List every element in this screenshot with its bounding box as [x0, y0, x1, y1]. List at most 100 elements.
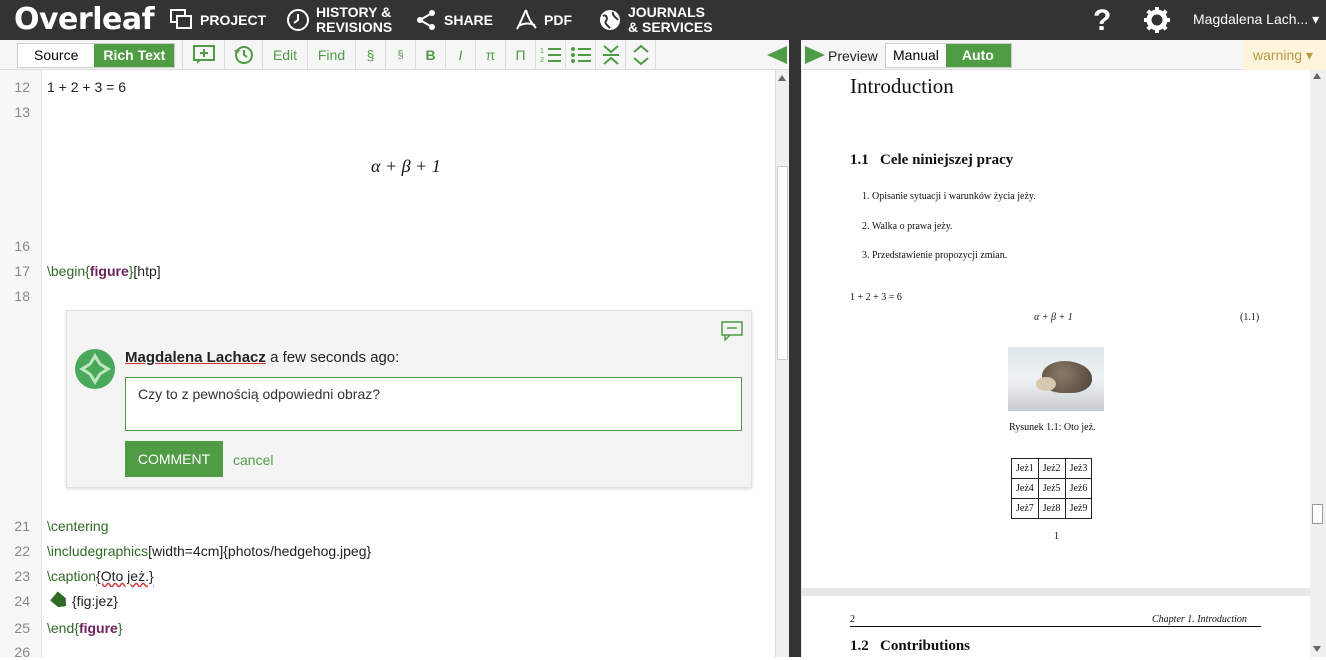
pdf-icon: [516, 9, 537, 30]
submit-comment-button[interactable]: COMMENT: [125, 441, 223, 477]
italic-button[interactable]: I: [446, 40, 476, 70]
pdf-equation-number: (1.1): [1240, 312, 1260, 323]
table-cell: Jeż5: [1037, 478, 1066, 499]
table-cell: Jeż4: [1011, 478, 1039, 499]
scroll-up-arrow-icon[interactable]: [1313, 73, 1321, 79]
line-number: 12: [14, 79, 30, 95]
pane-divider[interactable]: [789, 40, 801, 657]
nav-share-label: SHARE: [444, 11, 494, 28]
nav-project-label: PROJECT: [200, 11, 267, 28]
table-cell: Jeż6: [1064, 478, 1093, 499]
editor-mode-toggle: Source Rich Text: [17, 43, 176, 68]
warning-dropdown[interactable]: warning ▾: [1243, 40, 1326, 70]
inline-math-button[interactable]: π: [476, 40, 506, 70]
pdf-list-item: 2. Walka o prawa jeży.: [862, 221, 953, 232]
line-number: 13: [14, 104, 30, 120]
code-line[interactable]: {fig:jez}: [52, 593, 118, 609]
pdf-page-2: 2 Chapter 1. Introduction 1.2 Contributi…: [802, 596, 1310, 657]
project-icon: [170, 9, 192, 29]
comment-textarea[interactable]: Czy to z pewnością odpowiedni obraz?: [125, 377, 742, 431]
pdf-inline-equation: 1 + 2 + 3 = 6: [850, 292, 902, 303]
nav-history-label: HISTORY & REVISIONS: [316, 4, 393, 35]
section-button[interactable]: §: [356, 40, 386, 70]
svg-text:2: 2: [540, 57, 544, 64]
rich-text-mode-button[interactable]: Rich Text: [94, 44, 175, 67]
numbered-list-icon: 12: [540, 48, 561, 64]
code-argument: [htp]: [133, 263, 161, 279]
comment-icon[interactable]: [721, 321, 743, 341]
pdf-page-number: 1: [1054, 531, 1059, 542]
code-line[interactable]: \begin{figure}[htp]: [47, 263, 161, 279]
scroll-up-arrow-icon[interactable]: [778, 75, 786, 81]
comment-timestamp: a few seconds ago:: [270, 349, 400, 366]
code-line[interactable]: \end{figure}: [47, 620, 123, 636]
edit-menu-button[interactable]: Edit: [263, 40, 308, 70]
line-number: 23: [14, 568, 30, 584]
nav-history[interactable]: HISTORY & REVISIONS: [286, 0, 392, 40]
bullet-list-icon: [570, 47, 591, 63]
user-menu[interactable]: Magdalena Lach... ▾: [1193, 11, 1319, 28]
preview-label[interactable]: Preview: [828, 48, 878, 64]
collapse-icon: [602, 45, 619, 65]
bold-button[interactable]: B: [416, 40, 446, 70]
environment-name: figure: [89, 263, 129, 279]
pdf-scrollbar-thumb[interactable]: [1312, 504, 1323, 524]
code-line[interactable]: \centering: [47, 518, 108, 534]
nav-pdf[interactable]: PDF: [514, 0, 572, 40]
cancel-comment-link[interactable]: cancel: [233, 452, 273, 468]
pdf-figure-caption: Rysunek 1.1: Oto jeż.: [1009, 422, 1096, 433]
nav-project[interactable]: PROJECT: [170, 0, 266, 40]
label-tag-icon: [50, 591, 70, 610]
avatar: [75, 349, 115, 389]
gear-icon[interactable]: [1143, 6, 1171, 39]
comment-panel: Magdalena Lachacz a few seconds ago: Czy…: [66, 310, 752, 488]
pdf-scrollbar[interactable]: [1310, 70, 1326, 657]
rendered-math-equation[interactable]: α + β + 1: [371, 156, 441, 177]
latex-command: \begin: [47, 263, 86, 279]
latex-command: \end: [47, 620, 75, 636]
collapse-editor-arrow-icon[interactable]: [767, 46, 787, 64]
code-editor[interactable]: 12 1 + 2 + 3 = 6 13 α + β + 1 16 17 \beg…: [0, 70, 789, 660]
latex-command: \includegraphics: [47, 543, 149, 559]
subsection-button[interactable]: §: [386, 40, 416, 70]
bullet-list-button[interactable]: [566, 40, 596, 70]
top-navbar: Overleaf PROJECT HISTORY & REVISIONS SHA…: [0, 0, 1326, 40]
code-line[interactable]: \includegraphics[width=4cm]{photos/hedge…: [47, 543, 371, 559]
numbered-list-button[interactable]: 12: [536, 40, 566, 70]
latex-command: \caption: [47, 568, 97, 584]
nav-journals[interactable]: JOURNALS & SERVICES: [598, 0, 713, 40]
auto-compile-button[interactable]: Auto: [945, 44, 1011, 67]
comment-header: Magdalena Lachacz a few seconds ago:: [125, 349, 399, 366]
code-line[interactable]: \caption{Oto jeż.}: [47, 568, 154, 584]
manual-compile-button[interactable]: Manual: [886, 44, 946, 67]
track-changes-button[interactable]: [225, 40, 263, 70]
svg-text:1: 1: [540, 48, 544, 55]
pdf-header-rule: [850, 626, 1261, 627]
line-number: 17: [14, 263, 30, 279]
comment-author: Magdalena Lachacz: [125, 349, 266, 366]
editor-scrollbar[interactable]: [775, 70, 789, 657]
add-comment-button[interactable]: [182, 40, 225, 70]
expand-all-button[interactable]: [626, 40, 656, 70]
pdf-page-number: 2: [850, 614, 855, 625]
hedgehog-image: [1008, 347, 1104, 411]
help-icon[interactable]: ?: [1093, 4, 1111, 38]
pdf-list-item: 3. Przedstawienie propozycji zmian.: [862, 250, 1008, 261]
line-number: 22: [14, 543, 30, 559]
table-cell: Jeż1: [1011, 458, 1039, 479]
pdf-display-equation: α + β + 1: [1034, 312, 1073, 323]
scroll-down-arrow-icon[interactable]: [1313, 646, 1321, 652]
table-cell: Jeż3: [1064, 458, 1093, 479]
source-mode-button[interactable]: Source: [18, 44, 95, 67]
find-button[interactable]: Find: [308, 40, 356, 70]
recompile-play-icon[interactable]: [805, 46, 825, 64]
display-math-button[interactable]: Π: [506, 40, 536, 70]
line-number: 24: [14, 593, 30, 609]
table-cell: Jeż9: [1064, 498, 1093, 519]
editor-scrollbar-thumb[interactable]: [777, 166, 788, 360]
nav-share[interactable]: SHARE: [414, 0, 493, 40]
overleaf-logo[interactable]: Overleaf: [14, 2, 155, 37]
expand-icon: [632, 44, 649, 66]
code-line[interactable]: 1 + 2 + 3 = 6: [47, 79, 126, 95]
collapse-all-button[interactable]: [596, 40, 626, 70]
